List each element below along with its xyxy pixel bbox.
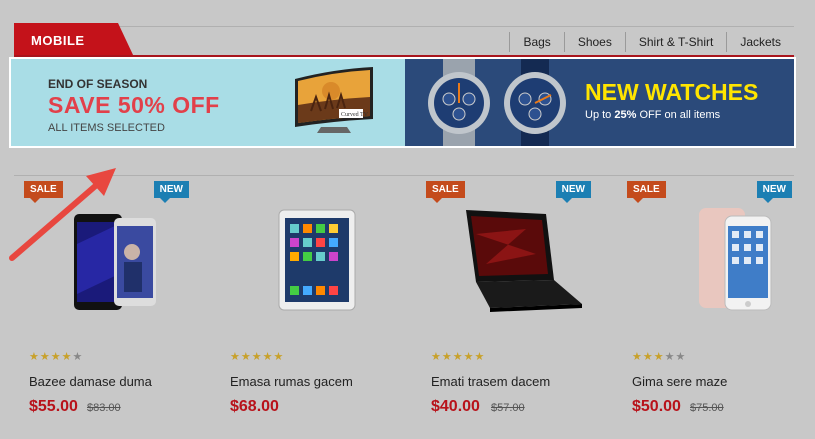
rating-stars: ★★★★★ bbox=[632, 351, 687, 363]
rating-stars: ★★★★★ bbox=[230, 351, 285, 363]
category-tab-bar: MOBILE Bags Shoes Shirt & T-Shirt Jacket… bbox=[14, 23, 794, 57]
product-price: $55.00 bbox=[29, 398, 78, 415]
product-image-tablet bbox=[278, 209, 356, 311]
product-name[interactable]: Gima sere maze bbox=[632, 374, 727, 389]
product-image-laptop bbox=[466, 210, 582, 312]
new-badge: NEW bbox=[555, 181, 591, 203]
promo-banner-tv[interactable]: END OF SEASON SAVE 50% OFF ALL ITEMS SEL… bbox=[11, 59, 405, 146]
nav-item-shoes[interactable]: Shoes bbox=[563, 32, 625, 52]
rating-stars: ★★★★★ bbox=[29, 351, 84, 363]
tab-mobile-label: MOBILE bbox=[31, 32, 85, 48]
product-grid: SALE NEW ★★★★★ Bazee damase duma $55.00 … bbox=[14, 175, 794, 425]
category-nav: Bags Shoes Shirt & T-Shirt Jackets bbox=[509, 32, 794, 52]
product-price: $40.00 bbox=[431, 398, 480, 415]
curved-tv-image: Curved TV bbox=[295, 67, 373, 133]
arrow-icon bbox=[9, 168, 116, 261]
product-old-price: $75.00 bbox=[690, 402, 724, 414]
promo-banner: END OF SEASON SAVE 50% OFF ALL ITEMS SEL… bbox=[9, 57, 796, 148]
sale-badge: SALE bbox=[426, 181, 465, 203]
tv-label: Curved TV bbox=[341, 112, 369, 118]
promo-subtext: ALL ITEMS SELECTED bbox=[48, 122, 165, 134]
tab-mobile[interactable]: MOBILE bbox=[14, 23, 134, 57]
new-badge: NEW bbox=[756, 181, 792, 203]
product-old-price: $57.00 bbox=[491, 402, 525, 414]
promo-watches-prefix: Up to bbox=[585, 109, 615, 121]
product-old-price: $83.00 bbox=[87, 402, 121, 414]
promo-banner-watches[interactable]: NEW WATCHES Up to 25% OFF on all items bbox=[405, 59, 794, 146]
product-price: $68.00 bbox=[230, 398, 279, 415]
watch-image-left bbox=[428, 59, 490, 146]
product-card[interactable]: SALE NEW ★★★★★ Gima sere maze $50.00 $75… bbox=[617, 176, 812, 426]
product-price: $50.00 bbox=[632, 398, 681, 415]
product-name[interactable]: Emati trasem dacem bbox=[431, 374, 550, 389]
rating-stars: ★★★★★ bbox=[431, 351, 486, 363]
product-image-iphone bbox=[699, 208, 772, 311]
nav-item-jackets[interactable]: Jackets bbox=[726, 32, 794, 52]
product-name[interactable]: Bazee damase duma bbox=[29, 374, 152, 389]
new-badge: NEW bbox=[153, 181, 189, 203]
watch-image-right bbox=[504, 59, 566, 146]
product-card[interactable]: SALE NEW ★★★★★ Emati trasem dacem $40.00… bbox=[416, 176, 611, 426]
product-card[interactable]: ★★★★★ Emasa rumas gacem $68.00 bbox=[215, 176, 410, 426]
promo-watches-headline: NEW WATCHES bbox=[585, 79, 759, 105]
nav-item-bags[interactable]: Bags bbox=[509, 32, 563, 52]
promo-watches-suffix: OFF on all items bbox=[636, 109, 721, 121]
promo-watches-percent: 25% bbox=[614, 109, 637, 121]
nav-item-shirt-tshirt[interactable]: Shirt & T-Shirt bbox=[624, 32, 726, 52]
product-name[interactable]: Emasa rumas gacem bbox=[230, 374, 353, 389]
promo-kicker: END OF SEASON bbox=[48, 77, 148, 91]
promo-headline: SAVE 50% OFF bbox=[48, 92, 220, 118]
sale-badge: SALE bbox=[627, 181, 666, 203]
promo-watches-subtext: Up to 25% OFF on all items bbox=[585, 109, 720, 121]
storefront-page: MOBILE Bags Shoes Shirt & T-Shirt Jacket… bbox=[0, 0, 815, 439]
